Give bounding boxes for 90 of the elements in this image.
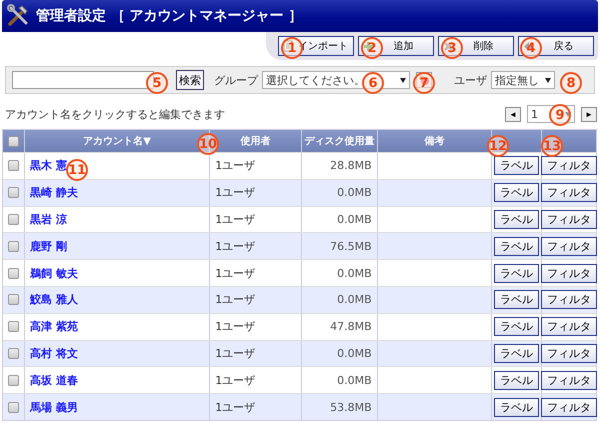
tools-icon bbox=[6, 4, 30, 28]
callout-number: 4 bbox=[520, 37, 542, 59]
row-checkbox[interactable] bbox=[8, 402, 19, 413]
account-name-link[interactable]: 鵜飼 敏夫 bbox=[30, 266, 78, 281]
disk-usage-cell: 28.8MB bbox=[330, 159, 372, 172]
label-button[interactable]: ラベル bbox=[494, 344, 540, 363]
window-title: 管理者設定 ［ アカウントマネージャー ］ bbox=[36, 7, 303, 25]
users-cell: 1ユーザ bbox=[215, 158, 256, 174]
next-page-button[interactable]: ► bbox=[581, 106, 597, 122]
search-button[interactable]: 検索 bbox=[176, 70, 204, 90]
back-arrow-icon bbox=[523, 40, 534, 52]
callout-number: 8 bbox=[560, 72, 582, 94]
account-name-link[interactable]: 高坂 道春 bbox=[30, 372, 78, 388]
users-cell: 1ユーザ bbox=[215, 185, 256, 200]
users-cell: 1ユーザ bbox=[215, 319, 256, 334]
callout-number: 13 bbox=[541, 135, 563, 157]
row-checkbox[interactable] bbox=[8, 240, 19, 252]
callout-number: 9 bbox=[549, 104, 571, 126]
label-button[interactable]: ラベル bbox=[494, 264, 540, 283]
row-checkbox[interactable] bbox=[8, 374, 19, 386]
label-button[interactable]: ラベル bbox=[494, 290, 540, 310]
cross-icon bbox=[443, 40, 454, 52]
label-button[interactable]: ラベル bbox=[494, 398, 540, 417]
users-cell: 1ユーザ bbox=[215, 346, 256, 361]
filter-button[interactable]: フィルタ bbox=[541, 370, 597, 390]
label-button[interactable]: ラベル bbox=[494, 317, 540, 336]
users-cell: 1ユーザ bbox=[215, 292, 256, 308]
row-checkbox[interactable] bbox=[8, 214, 19, 225]
row-checkbox[interactable] bbox=[8, 187, 19, 198]
plus-icon bbox=[363, 40, 374, 52]
account-name-link[interactable]: 黒木 憲 bbox=[30, 158, 67, 174]
caret-icon bbox=[545, 78, 551, 82]
users-cell: 1ユーザ bbox=[215, 238, 256, 254]
users-cell: 1ユーザ bbox=[215, 266, 256, 281]
group-label: グループ bbox=[214, 72, 258, 88]
row-checkbox[interactable] bbox=[8, 160, 19, 172]
filter-button[interactable]: フィルタ bbox=[541, 210, 597, 229]
row-checkbox[interactable] bbox=[8, 294, 19, 306]
label-button[interactable]: ラベル bbox=[494, 370, 540, 390]
label-button[interactable]: ラベル bbox=[494, 156, 540, 176]
disk-usage-cell: 0.0MB bbox=[337, 293, 372, 306]
user-select[interactable]: 指定無し bbox=[491, 71, 555, 89]
account-name-link[interactable]: 高村 将文 bbox=[30, 346, 78, 361]
account-name-link[interactable]: 鹿野 剛 bbox=[30, 238, 67, 254]
callout-number: 10 bbox=[197, 133, 219, 155]
callout-number: 5 bbox=[146, 72, 168, 94]
users-cell: 1ユーザ bbox=[215, 212, 256, 227]
account-name-link[interactable]: 馬場 義男 bbox=[30, 400, 78, 415]
callout-number: 3 bbox=[441, 37, 463, 59]
filter-button[interactable]: フィルタ bbox=[541, 344, 597, 363]
label-button[interactable]: ラベル bbox=[494, 236, 540, 256]
account-name-link[interactable]: 鮫島 雅人 bbox=[30, 292, 78, 308]
users-cell: 1ユーザ bbox=[215, 400, 256, 415]
disk-usage-cell: 0.0MB bbox=[337, 346, 372, 360]
callout-number: 11 bbox=[66, 159, 88, 181]
row-checkbox[interactable] bbox=[8, 321, 19, 332]
filter-button[interactable]: フィルタ bbox=[541, 156, 597, 176]
account-name-link[interactable]: 黒岩 涼 bbox=[30, 212, 67, 227]
filter-button[interactable]: フィルタ bbox=[541, 290, 597, 310]
filter-button[interactable]: フィルタ bbox=[541, 264, 597, 283]
callout-number: 6 bbox=[362, 72, 384, 94]
account-name-link[interactable]: 高津 紫苑 bbox=[30, 319, 78, 334]
filter-button[interactable]: フィルタ bbox=[541, 317, 597, 336]
disk-usage-cell: 47.8MB bbox=[330, 320, 372, 334]
caret-icon bbox=[400, 78, 406, 82]
callout-number: 7 bbox=[413, 72, 435, 94]
label-button[interactable]: ラベル bbox=[494, 183, 540, 202]
row-checkbox[interactable] bbox=[8, 348, 19, 359]
disk-usage-cell: 53.8MB bbox=[330, 400, 372, 414]
disk-usage-cell: 0.0MB bbox=[337, 212, 372, 226]
user-label: ユーザ bbox=[454, 72, 487, 88]
filter-button[interactable]: フィルタ bbox=[541, 236, 597, 256]
callout-number: 12 bbox=[487, 135, 509, 157]
row-checkbox[interactable] bbox=[8, 268, 19, 279]
callout-number: 2 bbox=[361, 37, 383, 59]
disk-usage-cell: 0.0MB bbox=[337, 374, 372, 387]
select-all-checkbox[interactable] bbox=[8, 136, 19, 146]
disk-usage-cell: 76.5MB bbox=[330, 240, 372, 253]
caret-icon bbox=[565, 112, 571, 116]
users-cell: 1ユーザ bbox=[215, 372, 256, 388]
filter-button[interactable]: フィルタ bbox=[541, 183, 597, 202]
search-field[interactable] bbox=[12, 71, 154, 89]
user-picker-icon[interactable] bbox=[416, 72, 432, 88]
label-button[interactable]: ラベル bbox=[494, 210, 540, 229]
hint-text: アカウント名をクリックすると編集できます bbox=[5, 106, 226, 122]
previous-page-button[interactable]: ◄ bbox=[505, 106, 521, 122]
account-name-link[interactable]: 黒崎 静夫 bbox=[30, 185, 78, 200]
filter-button[interactable]: フィルタ bbox=[541, 398, 597, 417]
disk-usage-cell: 0.0MB bbox=[337, 266, 372, 280]
disk-usage-cell: 0.0MB bbox=[337, 186, 372, 200]
